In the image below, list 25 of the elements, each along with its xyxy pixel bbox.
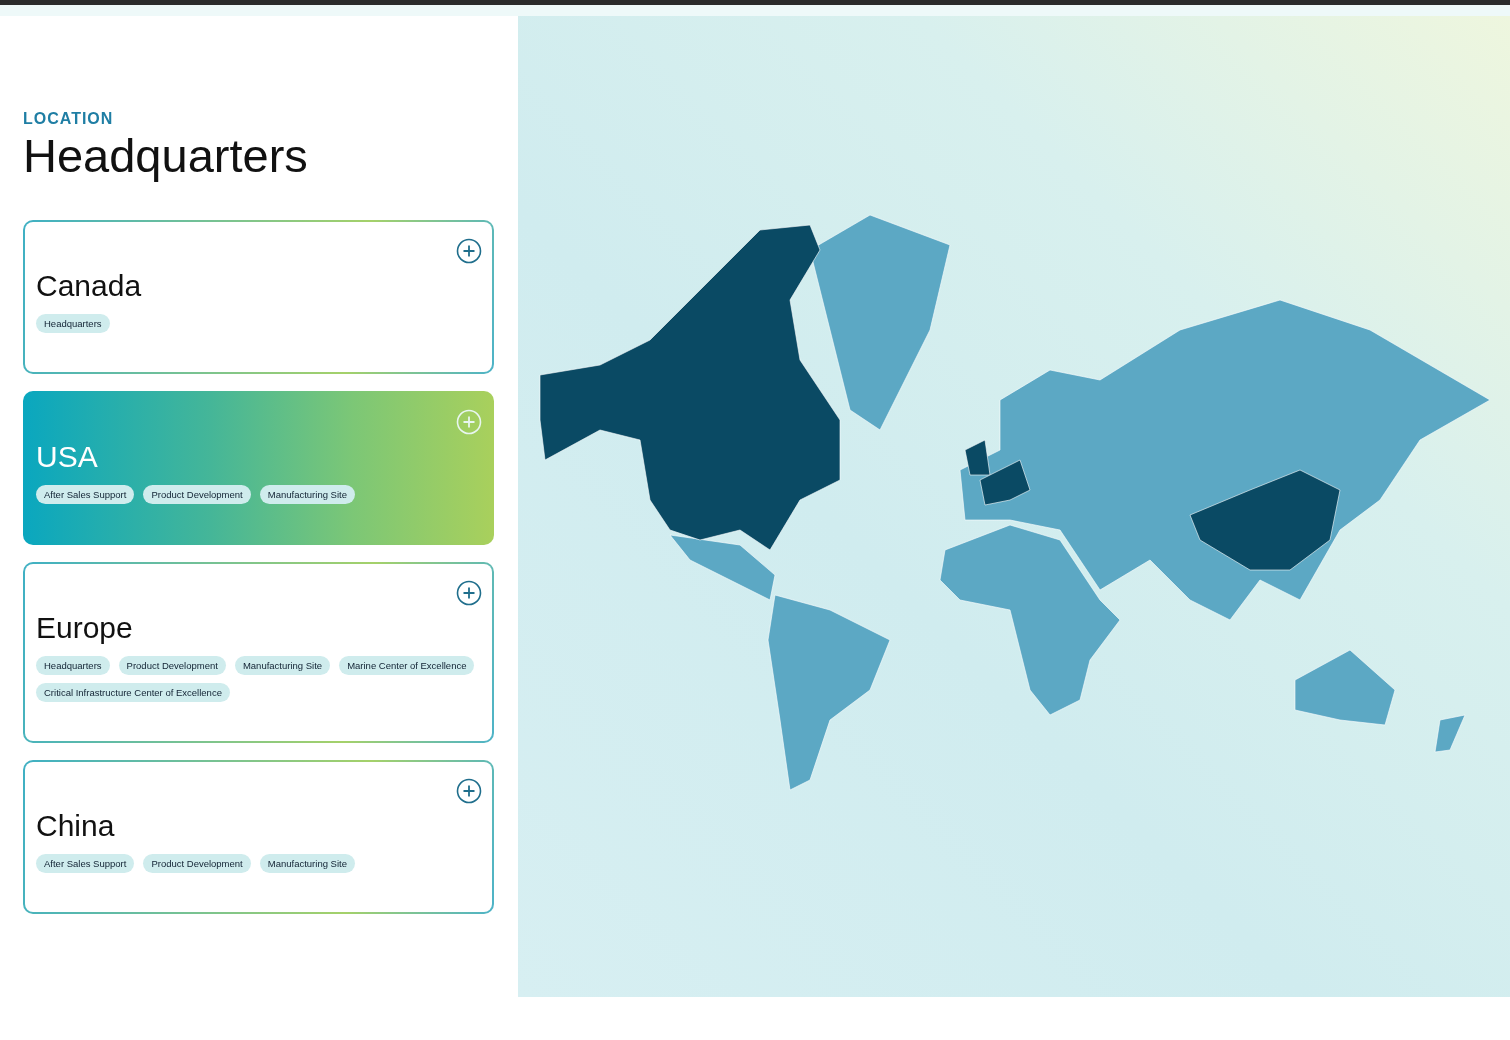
plus-icon[interactable] bbox=[456, 778, 482, 804]
tag: After Sales Support bbox=[36, 854, 135, 873]
tag: Critical Infrastructure Center of Excellence bbox=[36, 683, 230, 702]
tag: Manufacturing Site bbox=[259, 854, 355, 873]
location-name: USA bbox=[36, 439, 99, 475]
tag: Product Development bbox=[118, 656, 226, 675]
tag: Marine Center of Excellence bbox=[339, 656, 475, 675]
plus-icon[interactable] bbox=[456, 580, 482, 606]
location-name: Europe bbox=[36, 610, 134, 646]
location-card[interactable]: Europe Headquarters Product Development Manufacturing Site Marine Center of Excellence Critical Infrastructure Center of Excellence bbox=[23, 562, 494, 743]
location-name: Canada bbox=[36, 268, 143, 304]
location-card[interactable]: USA After Sales Support Product Development Manufacturing Site bbox=[23, 391, 494, 545]
page-title: Headquarters bbox=[23, 128, 309, 184]
location-card[interactable]: China After Sales Support Product Development Manufacturing Site bbox=[23, 760, 494, 914]
tag: Manufacturing Site bbox=[259, 485, 355, 504]
tag: After Sales Support bbox=[36, 485, 135, 504]
tag: Manufacturing Site bbox=[234, 656, 331, 675]
location-name: China bbox=[36, 808, 116, 844]
tag: Product Development bbox=[143, 854, 251, 873]
tag: Headquarters bbox=[36, 656, 110, 675]
tag: Headquarters bbox=[36, 314, 110, 333]
section-label: LOCATION bbox=[23, 110, 115, 128]
plus-icon[interactable] bbox=[456, 238, 482, 264]
location-card[interactable]: Canada Headquarters bbox=[23, 220, 494, 374]
tag: Product Development bbox=[143, 485, 251, 504]
